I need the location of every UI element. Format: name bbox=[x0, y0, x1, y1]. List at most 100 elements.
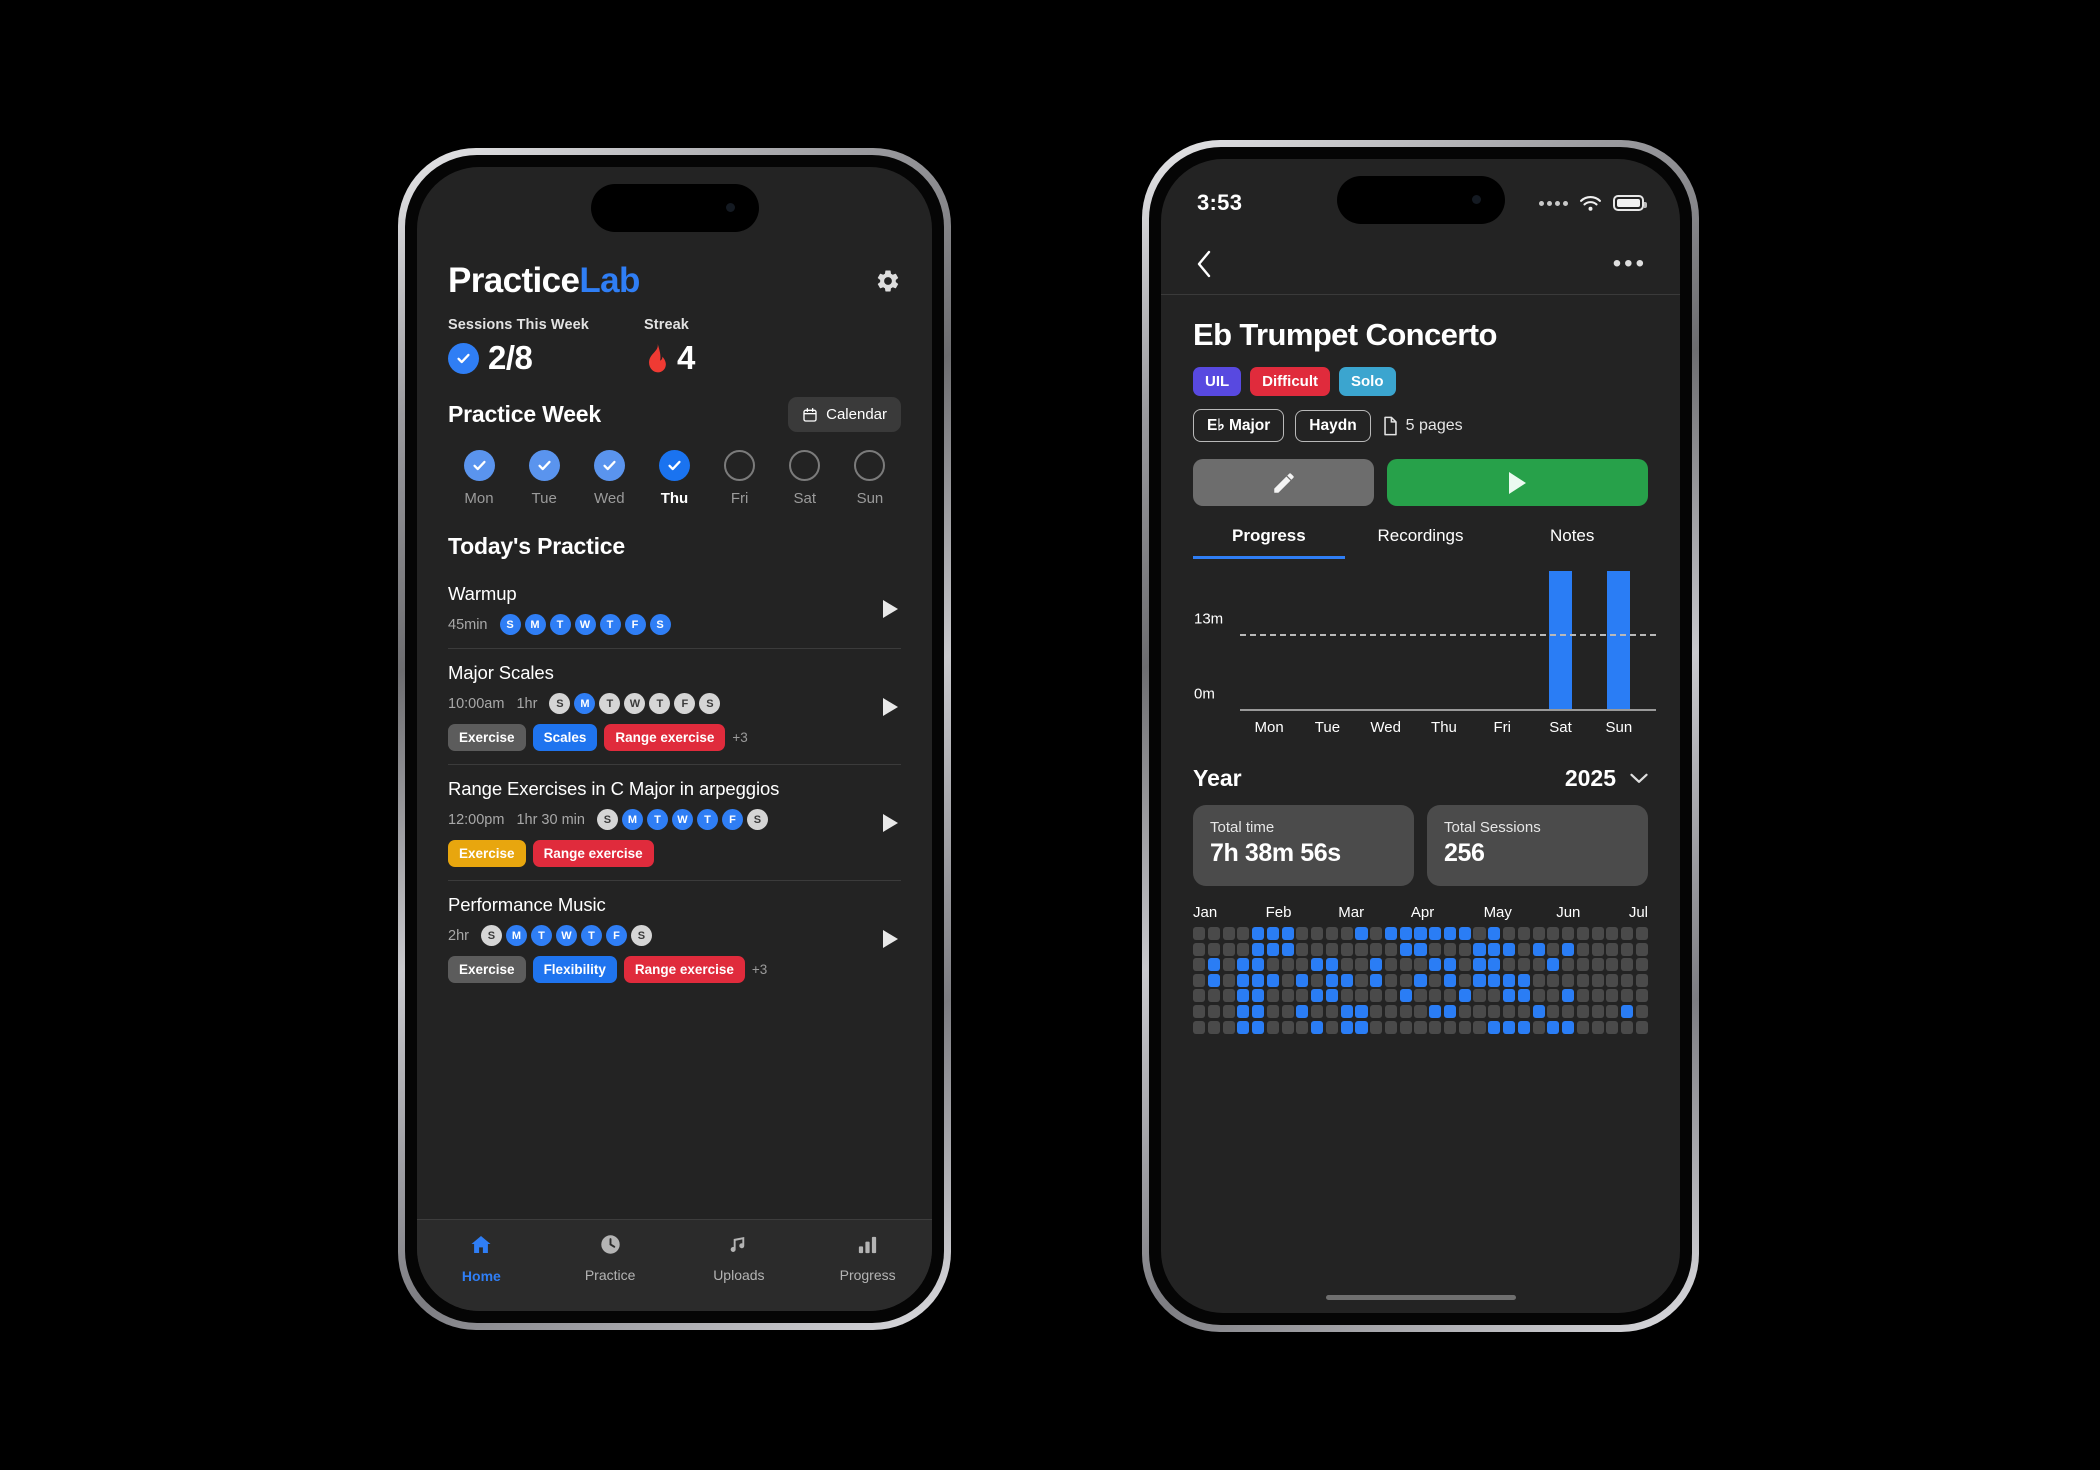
heatmap-cell bbox=[1429, 973, 1442, 987]
heatmap-cell bbox=[1562, 927, 1575, 940]
task-row[interactable]: Range Exercises in C Major in arpeggios 1… bbox=[448, 764, 901, 880]
task-tag[interactable]: Range exercise bbox=[623, 956, 745, 983]
back-chevron-icon[interactable] bbox=[1194, 248, 1214, 280]
chip-key[interactable]: E♭ Major bbox=[1193, 409, 1285, 442]
task-row[interactable]: Warmup 45min S M T W T F S bbox=[448, 570, 901, 648]
piece-badge[interactable]: Difficult bbox=[1250, 367, 1330, 396]
heatmap-cell bbox=[1237, 1004, 1250, 1018]
week-day-fri[interactable]: Fri bbox=[713, 450, 767, 507]
week-day-label: Mon bbox=[464, 490, 494, 507]
heatmap-cell bbox=[1325, 973, 1339, 987]
tab-progress[interactable]: Progress bbox=[803, 1233, 932, 1283]
heatmap-cell bbox=[1266, 989, 1279, 1003]
card-total-time-value: 7h 38m 56s bbox=[1210, 839, 1341, 867]
heatmap-cell bbox=[1340, 942, 1353, 956]
task-tag[interactable]: Flexibility bbox=[532, 956, 617, 983]
heatmap-cell bbox=[1458, 1004, 1471, 1018]
chip-composer[interactable]: Haydn bbox=[1295, 409, 1371, 442]
task-day-dot: W bbox=[671, 809, 693, 830]
heatmap-cell bbox=[1488, 1020, 1501, 1034]
detail-tab-notes[interactable]: Notes bbox=[1496, 526, 1648, 559]
heatmap-cell bbox=[1325, 1020, 1339, 1034]
week-day-sun[interactable]: Sun bbox=[843, 450, 897, 507]
week-day-mon[interactable]: Mon bbox=[452, 450, 506, 507]
heatmap-cell bbox=[1443, 973, 1457, 987]
heatmap-cell bbox=[1488, 1004, 1501, 1018]
heatmap-cell bbox=[1547, 1004, 1560, 1018]
play-button[interactable] bbox=[1387, 459, 1648, 506]
task-row[interactable]: Major Scales 10:00am 1hr S M T W T F S Exercise Sca… bbox=[448, 648, 901, 764]
day-circle-empty-icon bbox=[854, 450, 886, 481]
task-tag[interactable]: Exercise bbox=[448, 724, 526, 751]
week-day-sat[interactable]: Sat bbox=[778, 450, 832, 507]
task-play-icon[interactable] bbox=[883, 697, 898, 716]
heatmap-cell bbox=[1606, 942, 1619, 956]
task-tag[interactable]: Range exercise bbox=[604, 724, 726, 751]
heatmap-cell bbox=[1576, 973, 1589, 987]
heatmap-cell bbox=[1606, 1020, 1619, 1034]
heatmap-cell bbox=[1429, 1004, 1442, 1018]
year-value: 2025 bbox=[1564, 765, 1616, 791]
heatmap-cell bbox=[1252, 958, 1265, 972]
week-day-thu[interactable]: Thu bbox=[647, 450, 701, 507]
heatmap-cell bbox=[1296, 989, 1309, 1003]
heatmap-cell bbox=[1547, 942, 1560, 956]
day-circle-empty-icon bbox=[724, 450, 756, 481]
heatmap-cell bbox=[1207, 973, 1220, 987]
task-row[interactable]: Performance Music 2hr S M T W T F S Exercise Flexi… bbox=[448, 880, 901, 996]
heatmap-cell bbox=[1222, 927, 1235, 940]
heatmap-cell bbox=[1621, 942, 1634, 956]
task-duration: 1hr 30 min bbox=[516, 811, 585, 828]
screenshot-canvas: PracticeLab Sessions This Week 2/8 Strea… bbox=[0, 0, 2100, 1470]
stat-streak-label: Streak bbox=[644, 317, 689, 333]
calendar-button[interactable]: Calendar bbox=[788, 397, 901, 432]
detail-tab-progress[interactable]: Progress bbox=[1193, 526, 1345, 559]
detail-tab-recordings[interactable]: Recordings bbox=[1345, 526, 1497, 559]
task-tag[interactable]: Exercise bbox=[448, 840, 526, 867]
tab-practice[interactable]: Practice bbox=[546, 1233, 675, 1283]
heatmap-cell bbox=[1399, 927, 1412, 940]
gear-icon[interactable] bbox=[875, 268, 901, 294]
year-dropdown[interactable]: 2025 bbox=[1565, 765, 1648, 792]
heatmap-cell bbox=[1517, 942, 1530, 956]
piece-badge[interactable]: UIL bbox=[1193, 367, 1242, 396]
task-tag[interactable]: Range exercise bbox=[532, 840, 654, 867]
heatmap-cell bbox=[1384, 927, 1398, 940]
heatmap-cell bbox=[1458, 927, 1471, 940]
task-tag[interactable]: Exercise bbox=[448, 956, 526, 983]
heatmap-cell bbox=[1384, 958, 1398, 972]
heatmap-cell bbox=[1222, 942, 1235, 956]
heatmap-cell bbox=[1222, 1020, 1235, 1034]
task-play-icon[interactable] bbox=[883, 929, 898, 948]
heatmap-month-label: Jun bbox=[1556, 904, 1581, 921]
summary-cards: Total time 7h 38m 56s Total Sessions 256 bbox=[1161, 805, 1680, 886]
heatmap-cell bbox=[1237, 927, 1250, 940]
ellipsis-icon[interactable]: ••• bbox=[1613, 251, 1647, 276]
edit-button[interactable] bbox=[1193, 459, 1374, 506]
heatmap-cell bbox=[1222, 973, 1235, 987]
phone-right-bezel: 3:53 ••• Eb Trumpet Concerto UIL Difficu… bbox=[1149, 147, 1692, 1325]
week-day-tue[interactable]: Tue bbox=[517, 450, 571, 507]
heatmap-cell bbox=[1547, 927, 1560, 940]
week-day-wed[interactable]: Wed bbox=[582, 450, 636, 507]
heatmap-cell bbox=[1591, 973, 1604, 987]
task-play-icon[interactable] bbox=[883, 600, 898, 618]
week-day-label: Thu bbox=[660, 490, 689, 507]
logo-text-primary: Practice bbox=[448, 261, 580, 300]
heatmap-cell bbox=[1281, 1004, 1294, 1018]
tab-uploads[interactable]: Uploads bbox=[675, 1233, 804, 1283]
heatmap-cell bbox=[1399, 973, 1412, 987]
heatmap-cell bbox=[1502, 973, 1516, 987]
day-circle-check-icon bbox=[593, 450, 625, 481]
task-time: 12:00pm bbox=[448, 811, 505, 828]
heatmap-cell bbox=[1547, 1020, 1560, 1034]
heatmap-cell bbox=[1237, 958, 1250, 972]
tab-home[interactable]: Home bbox=[417, 1233, 546, 1284]
task-day-dot: W bbox=[555, 925, 577, 946]
task-tag[interactable]: Scales bbox=[532, 724, 598, 751]
heatmap-cell bbox=[1311, 973, 1324, 987]
task-play-icon[interactable] bbox=[883, 813, 898, 832]
battery-icon bbox=[1613, 195, 1647, 211]
piece-badge[interactable]: Solo bbox=[1339, 367, 1396, 396]
heatmap-cell bbox=[1325, 1004, 1339, 1018]
